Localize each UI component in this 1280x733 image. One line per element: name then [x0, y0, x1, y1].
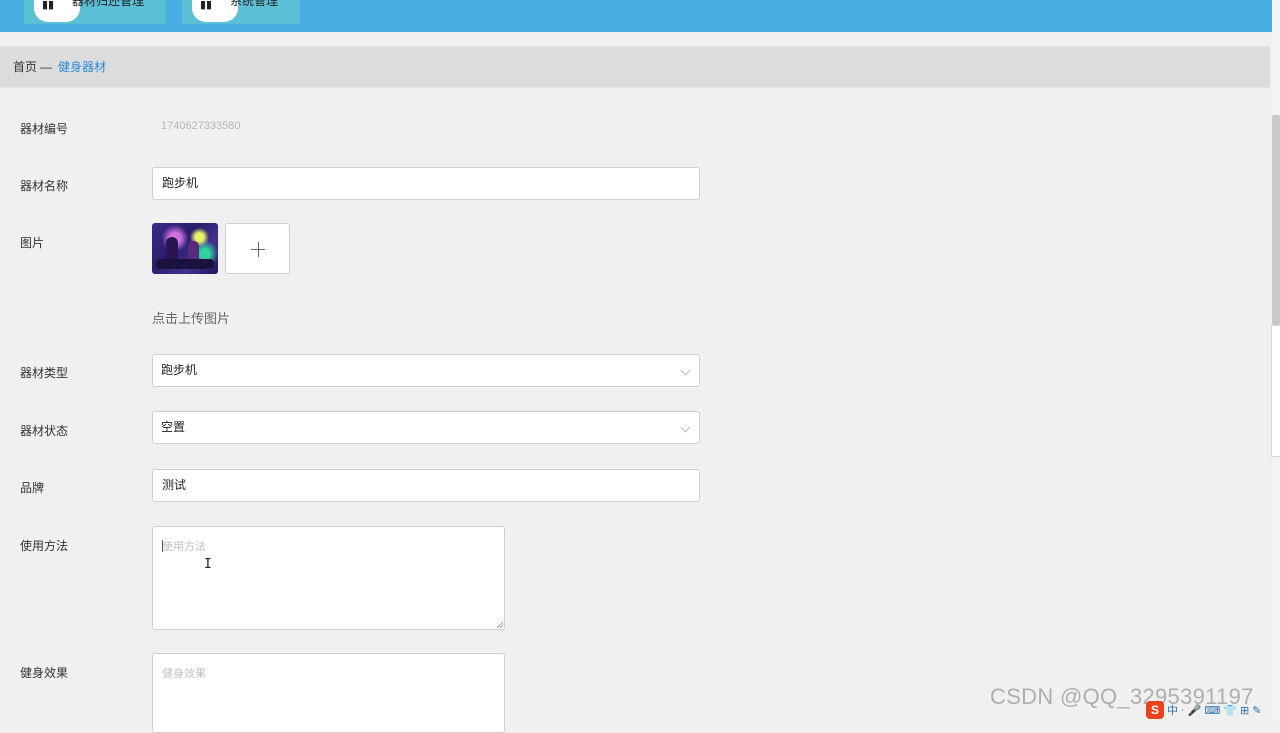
- equipment-type-value: 跑步机: [161, 363, 198, 377]
- nav-tab-equipment-return[interactable]: ▮▮ 器材归还管理: [24, 0, 165, 24]
- equipment-name-label: 器材名称: [20, 179, 69, 193]
- nav-tab-system[interactable]: ▮▮ 系统管理: [182, 0, 300, 24]
- image-label: 图片: [20, 236, 45, 250]
- brand-label: 品牌: [20, 481, 45, 495]
- ime-logo-icon[interactable]: S: [1146, 701, 1164, 719]
- breadcrumb-home[interactable]: 首页: [13, 47, 37, 87]
- nav-tab-label: 器材归还管理: [72, 0, 145, 8]
- breadcrumb-current[interactable]: 健身器材: [58, 47, 106, 87]
- ibeam-cursor-icon: I: [204, 557, 212, 572]
- effect-placeholder: 健身效果: [162, 668, 206, 680]
- microphone-icon[interactable]: 🎤: [1188, 704, 1202, 717]
- punctuation-icon[interactable]: ·: [1181, 704, 1185, 716]
- nav-tab-label: 系统管理: [230, 0, 279, 8]
- breadcrumb-separator: —: [40, 60, 52, 74]
- equipment-id-value: 1740627333580: [161, 120, 241, 132]
- usage-label: 使用方法: [20, 539, 69, 553]
- usage-textarea[interactable]: 使用方法: [152, 526, 505, 630]
- resize-handle-icon[interactable]: [497, 622, 503, 628]
- breadcrumb: 首页 — 健身器材: [0, 46, 1270, 88]
- equipment-status-label: 器材状态: [20, 424, 69, 438]
- equipment-id-label: 器材编号: [20, 122, 69, 136]
- keyboard-icon[interactable]: ⌨: [1204, 704, 1220, 717]
- pen-icon[interactable]: ✎: [1252, 704, 1261, 717]
- top-header-bar: ▮▮ 器材归还管理 ▮▮ 系统管理: [0, 0, 1272, 32]
- thumb-equipment: [156, 259, 214, 269]
- ime-chinese-icon[interactable]: 中: [1167, 702, 1178, 718]
- upload-hint: 点击上传图片: [152, 311, 231, 326]
- brand-input[interactable]: 测试: [152, 469, 700, 502]
- image-upload-button[interactable]: [225, 223, 290, 274]
- side-panel-tab[interactable]: [1271, 325, 1280, 457]
- text-caret: [162, 540, 163, 552]
- equipment-type-label: 器材类型: [20, 366, 69, 380]
- effect-label: 健身效果: [20, 666, 69, 680]
- system-tray: S 中 · 🎤 ⌨ 👕 ⊞ ✎: [1146, 700, 1280, 720]
- grid-icon: ▮▮: [200, 0, 213, 11]
- toolbox-icon[interactable]: ⊞: [1240, 704, 1249, 717]
- skin-icon[interactable]: 👕: [1223, 704, 1237, 717]
- effect-textarea[interactable]: 健身效果: [152, 653, 505, 733]
- grid-icon: ▮▮: [42, 0, 55, 11]
- plus-icon: [258, 242, 259, 257]
- chevron-down-icon: [680, 365, 691, 376]
- equipment-name-input[interactable]: 跑步机: [152, 167, 700, 200]
- usage-placeholder: 使用方法: [162, 541, 206, 553]
- chevron-down-icon: [680, 422, 691, 433]
- equipment-status-value: 空置: [161, 420, 186, 434]
- equipment-status-select[interactable]: 空置: [152, 411, 700, 444]
- vertical-scrollbar-thumb[interactable]: [1272, 115, 1280, 325]
- uploaded-image-thumbnail[interactable]: [152, 223, 218, 274]
- equipment-type-select[interactable]: 跑步机: [152, 354, 700, 387]
